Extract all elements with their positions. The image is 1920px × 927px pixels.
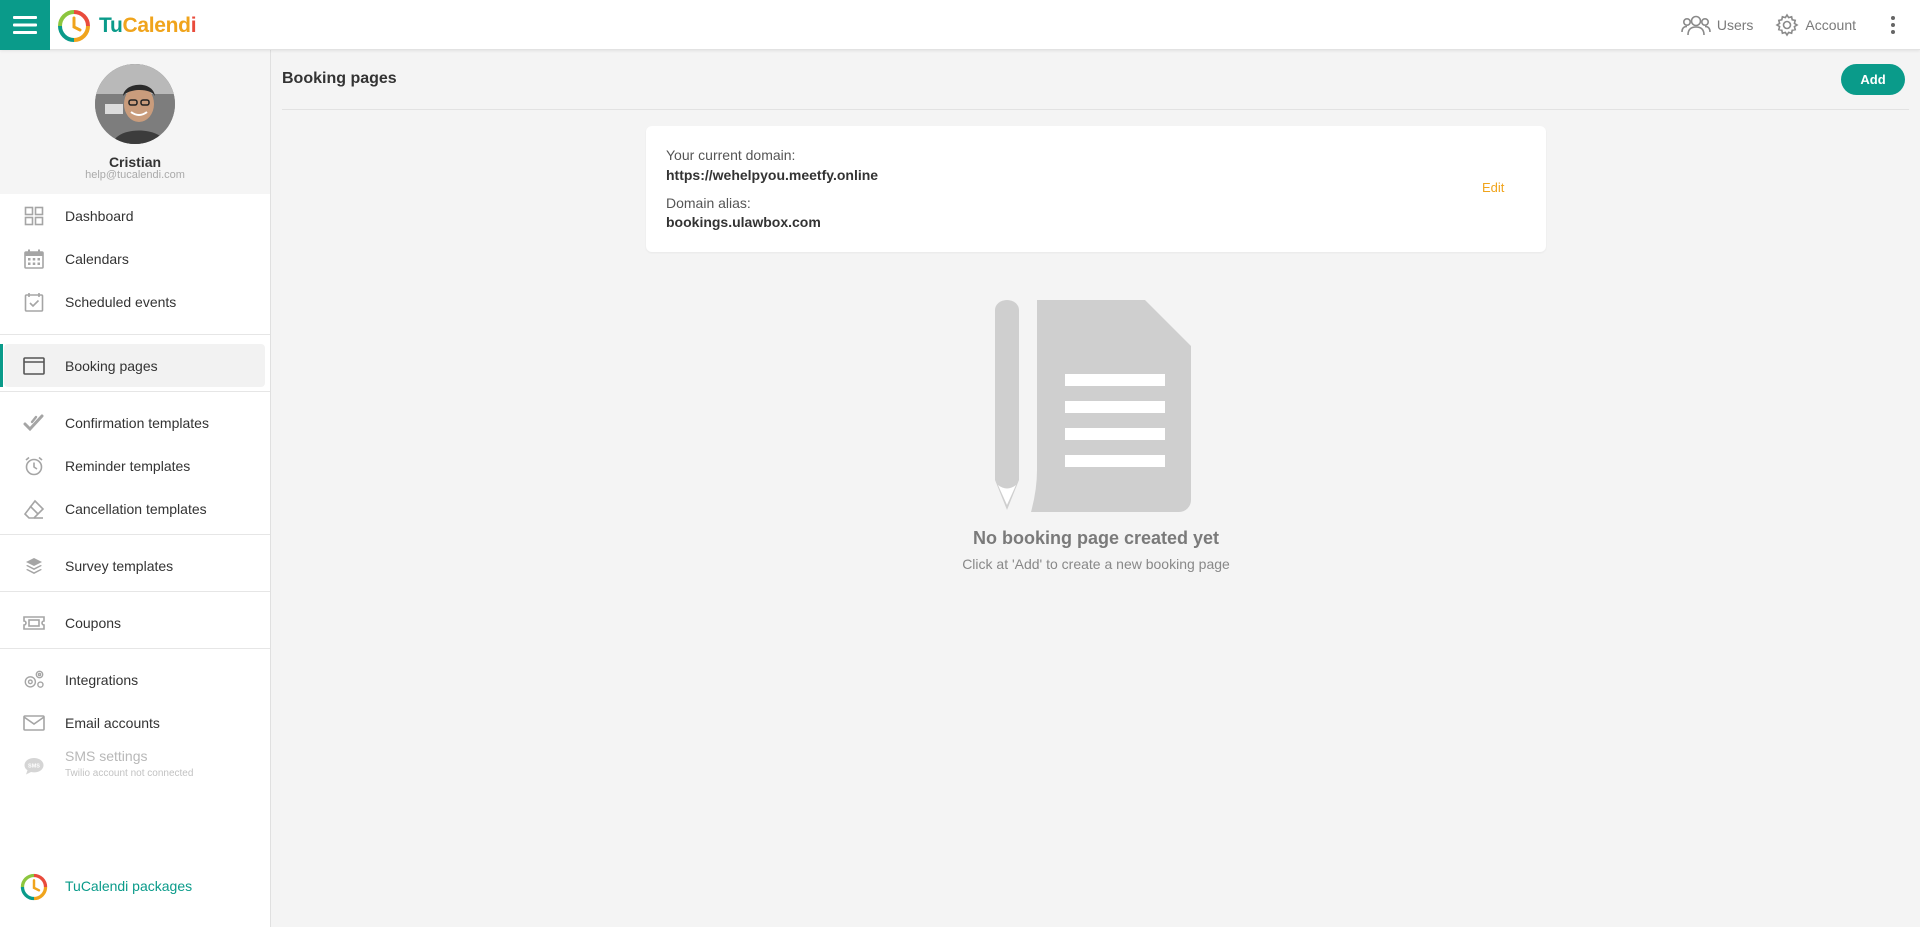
page-title: Booking pages (282, 70, 397, 87)
envelope-icon (23, 713, 45, 733)
sidebar-item-integrations[interactable]: Integrations (0, 658, 270, 701)
current-domain-value: https://wehelpyou.meetfy.online (666, 167, 879, 183)
sidebar-item-label: Confirmation templates (65, 414, 209, 431)
layers-icon (23, 556, 45, 576)
sidebar-item-label: Coupons (65, 614, 122, 631)
account-label: Account (1805, 17, 1856, 33)
packages-label: TuCalendi packages (65, 878, 193, 894)
brand-part-i: i (190, 14, 197, 37)
alarm-clock-icon (23, 456, 45, 476)
profile-email: help@tucalendi.com (85, 169, 185, 181)
sidebar-item-label: Integrations (65, 671, 139, 688)
sidebar-item-label: Scheduled events (65, 293, 177, 310)
sidebar-item-label: Cancellation templates (65, 500, 207, 517)
tucalendi-packages-link[interactable]: TuCalendi packages (0, 866, 270, 906)
gears-icon (23, 670, 45, 690)
profile-panel: Cristian help@tucalendi.com (0, 50, 270, 194)
sidebar-divider (0, 648, 270, 649)
sidebar-item-label: Calendars (65, 250, 129, 267)
sidebar-divider (0, 534, 270, 535)
add-button[interactable]: Add (1841, 64, 1905, 95)
browser-window-icon (23, 356, 45, 376)
sidebar-item-confirmation-templates[interactable]: Confirmation templates (0, 401, 270, 444)
tucalendi-logo-icon (58, 10, 90, 42)
sidebar-divider (0, 591, 270, 592)
sidebar-item-label: Reminder templates (65, 457, 191, 474)
top-actions: Users Account (1681, 0, 1920, 50)
sidebar-item-label: Email accounts (65, 714, 160, 731)
empty-state-subtitle: Click at 'Add' to create a new booking p… (962, 556, 1230, 572)
calendar-check-icon (23, 292, 45, 312)
sidebar-divider (0, 334, 270, 335)
sidebar-item-label: SMS settings (65, 748, 148, 764)
brand-name: TuCalendi (99, 14, 197, 38)
sidebar-item-booking-pages[interactable]: Booking pages (0, 344, 265, 387)
sidebar-item-dashboard[interactable]: Dashboard (0, 194, 270, 237)
hamburger-menu-button[interactable] (0, 0, 50, 50)
empty-state-title: No booking page created yet (972, 528, 1220, 548)
domain-alias-value: bookings.ulawbox.com (666, 214, 821, 230)
current-domain-label: Your current domain: (666, 147, 796, 163)
avatar-image (95, 64, 175, 144)
sidebar-divider (0, 391, 270, 392)
sidebar-item-email-accounts[interactable]: Email accounts (0, 701, 270, 744)
top-bar: TuCalendi Users Account (0, 0, 1920, 50)
more-options-button[interactable] (1878, 0, 1908, 50)
users-icon (1681, 15, 1711, 36)
edit-domain-link[interactable]: Edit (1482, 180, 1504, 195)
profile-name: Cristian (108, 154, 162, 170)
sidebar-item-survey-templates[interactable]: Survey templates (0, 544, 270, 587)
gear-icon (1775, 13, 1799, 37)
sidebar-item-calendars[interactable]: Calendars (0, 237, 270, 280)
sidebar-item-label: Booking pages (65, 357, 158, 374)
title-divider (282, 109, 1909, 110)
domain-card: Your current domain: https://wehelpyou.m… (646, 126, 1546, 252)
sidebar-item-label: Survey templates (65, 557, 174, 574)
main-content: Booking pages Add Your current domain: h… (271, 50, 1920, 927)
sidebar-item-cancellation-templates[interactable]: Cancellation templates (0, 487, 270, 530)
app-logo[interactable]: TuCalendi (57, 9, 197, 43)
kebab-menu-icon (1891, 16, 1895, 34)
sidebar-item-reminder-templates[interactable]: Reminder templates (0, 444, 270, 487)
dashboard-icon (23, 206, 45, 226)
document-pen-icon (995, 300, 1191, 512)
users-label: Users (1716, 17, 1754, 33)
avatar[interactable] (95, 64, 175, 144)
sidebar-item-coupons[interactable]: Coupons (0, 601, 270, 644)
eraser-icon (23, 499, 45, 519)
sidebar-item-label: Dashboard (65, 207, 134, 224)
domain-alias-label: Domain alias: (666, 195, 751, 211)
empty-document-illustration (995, 300, 1195, 517)
hamburger-icon (13, 16, 37, 34)
brand-part-calend: Calend (122, 14, 192, 37)
tucalendi-logo-icon (20, 873, 48, 906)
svg-text:SMS: SMS (28, 764, 40, 770)
sidebar-item-sublabel: Twilio account not connected (65, 768, 194, 779)
account-button[interactable]: Account (1775, 13, 1856, 37)
ticket-icon (23, 613, 45, 633)
sms-bubble-icon: SMS (23, 756, 45, 776)
sidebar-item-scheduled-events[interactable]: Scheduled events (0, 280, 270, 323)
users-button[interactable]: Users (1681, 14, 1754, 36)
sidebar: Cristian help@tucalendi.com Dashboard Ca… (0, 50, 271, 927)
double-check-icon (23, 413, 45, 433)
brand-part-tu: Tu (99, 14, 123, 37)
sidebar-item-sms-settings[interactable]: SMS SMS settings Twilio account not conn… (0, 744, 270, 787)
calendar-icon (23, 249, 45, 269)
